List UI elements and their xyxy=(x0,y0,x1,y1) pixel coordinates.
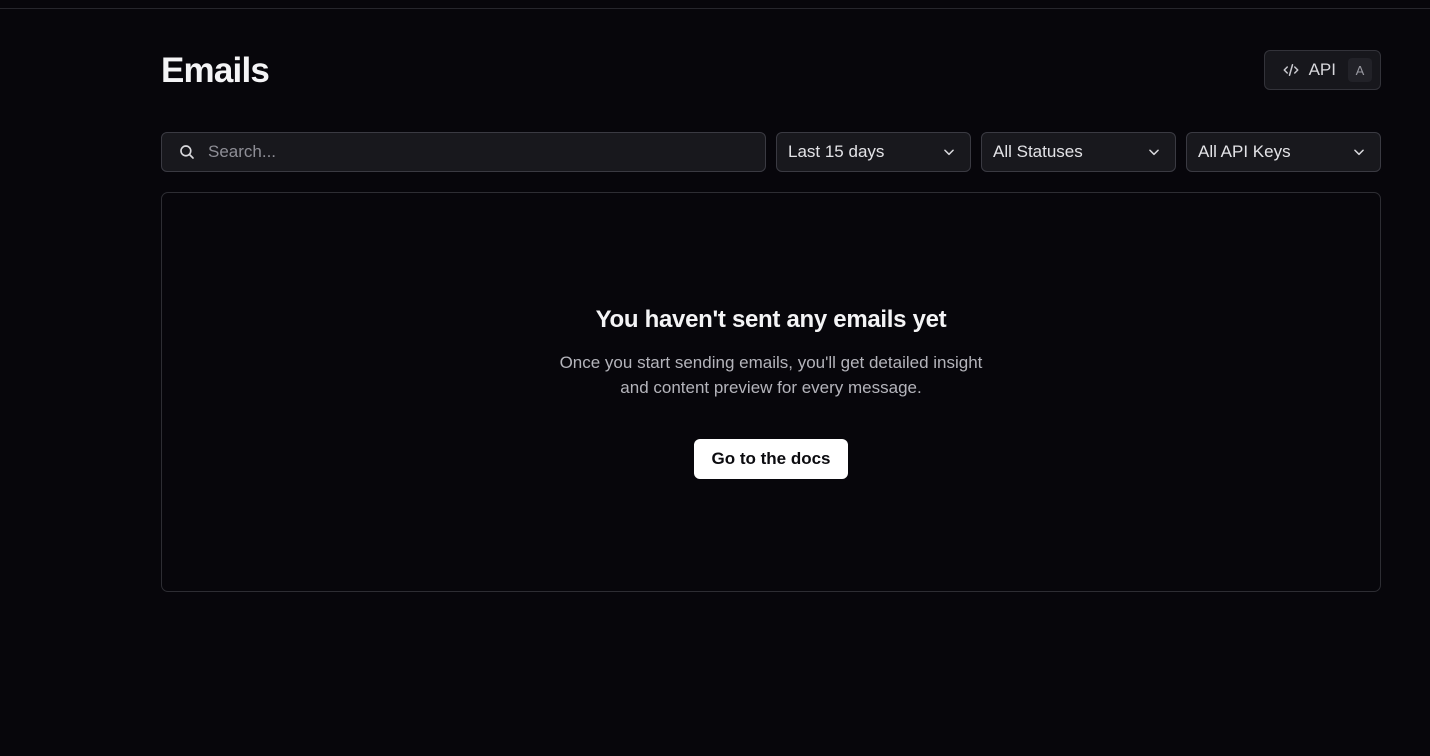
chevron-down-icon xyxy=(942,145,956,159)
search-box[interactable] xyxy=(161,132,766,172)
date-range-select[interactable]: Last 15 days xyxy=(776,132,971,172)
api-keys-value: All API Keys xyxy=(1198,142,1291,161)
search-icon xyxy=(178,143,196,161)
api-keys-select[interactable]: All API Keys xyxy=(1186,132,1381,172)
api-button[interactable]: API A xyxy=(1263,50,1381,90)
empty-state-card: You haven't sent any emails yet Once you… xyxy=(161,192,1381,592)
empty-state-title: You haven't sent any emails yet xyxy=(595,306,947,333)
chevron-down-icon xyxy=(1147,145,1161,159)
date-range-value: Last 15 days xyxy=(788,142,885,161)
empty-state-description: Once you start sending emails, you'll ge… xyxy=(559,353,983,397)
api-button-label: API xyxy=(1308,60,1336,79)
page-title: Emails xyxy=(161,51,270,90)
code-icon xyxy=(1281,60,1301,80)
go-to-docs-button[interactable]: Go to the docs xyxy=(694,439,848,479)
status-select[interactable]: All Statuses xyxy=(981,132,1176,172)
chevron-down-icon xyxy=(1352,145,1366,159)
api-shortcut-key: A xyxy=(1348,58,1372,82)
filter-bar: Last 15 days All Statuses All API Keys xyxy=(161,132,1381,172)
search-input[interactable] xyxy=(208,142,748,162)
status-value: All Statuses xyxy=(993,142,1083,161)
emails-page: Emails API A Last 15 days xyxy=(161,0,1381,756)
